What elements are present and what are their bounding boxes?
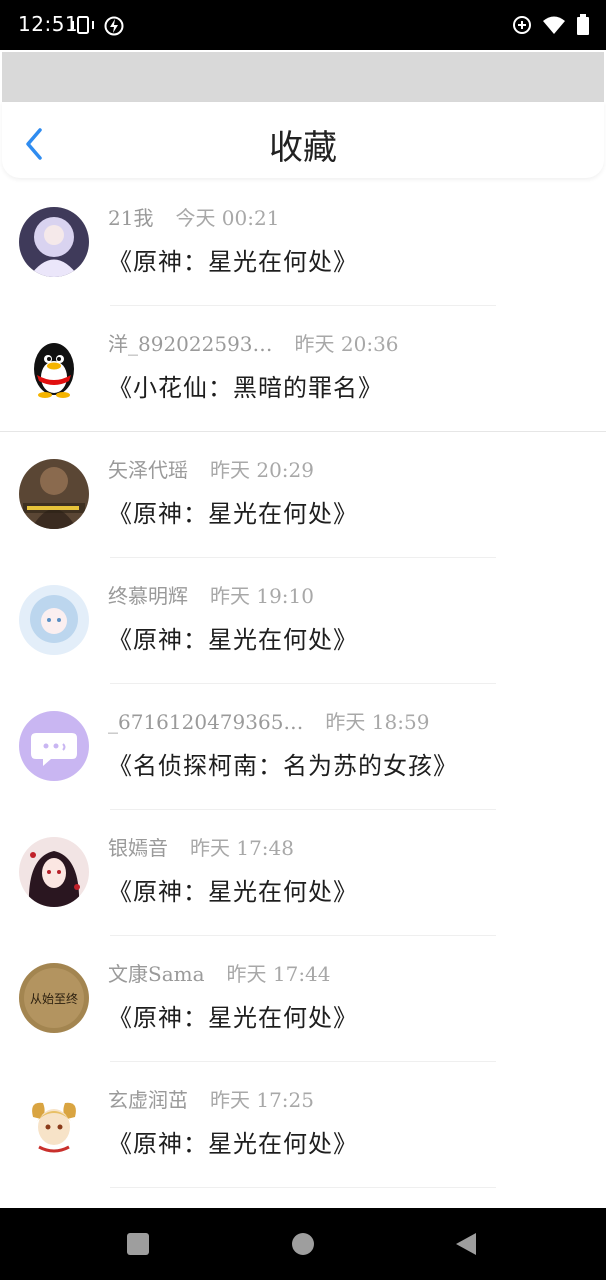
story-title: 《原神：星光在何处》 (108, 500, 358, 528)
favorite-item[interactable]: 从始至终 文康Sama 昨天 17:44 《原神：星光在何处》 (0, 936, 606, 1062)
timestamp: 昨天 20:36 (294, 332, 399, 356)
back-triangle-icon[interactable] (454, 1232, 478, 1256)
story-title: 《原神：星光在何处》 (108, 248, 358, 276)
timestamp: 昨天 20:29 (210, 458, 314, 482)
favorite-item[interactable]: 矢泽代瑶 昨天 20:29 《原神：星光在何处》 (0, 432, 606, 558)
avatar (19, 585, 89, 655)
timestamp: 昨天 18:59 (325, 710, 430, 734)
user-name: 玄虚润茁 (108, 1088, 188, 1112)
page-title: 收藏 (269, 128, 337, 168)
header: 收藏 (2, 102, 604, 178)
timestamp: 昨天 17:25 (210, 1088, 314, 1112)
timestamp: 昨天 19:10 (210, 584, 314, 608)
favorite-item[interactable]: 银嫣音 昨天 17:48 《原神：星光在何处》 (0, 810, 606, 936)
top-gray-band (2, 52, 604, 102)
timestamp: 昨天 17:48 (190, 836, 294, 860)
user-name: 21我 (108, 206, 154, 230)
avatar-text: 从始至终 (30, 991, 78, 1006)
vibrate-icon (72, 16, 94, 34)
favorite-item[interactable]: 洋_892022593… 昨天 20:36 《小花仙：黑暗的罪名》 (0, 306, 606, 432)
favorite-item[interactable]: 终慕明辉 昨天 19:10 《原神：星光在何处》 (0, 558, 606, 684)
avatar: 从始至终 (19, 963, 89, 1033)
user-name: 银嫣音 (108, 836, 168, 860)
story-title: 《原神：星光在何处》 (108, 1004, 358, 1032)
story-title: 《原神：星光在何处》 (108, 626, 358, 654)
avatar (19, 459, 89, 529)
home-circle-icon[interactable] (291, 1232, 315, 1256)
timestamp: 昨天 17:44 (226, 962, 331, 986)
system-nav-bar (0, 1208, 606, 1280)
favorites-list: 21我 今天 00:21 《原神：星光在何处》 洋_892022593… 昨天 20… (0, 180, 606, 1188)
story-title: 《名侦探柯南：名为苏的女孩》 (108, 752, 458, 780)
recents-square-icon[interactable] (126, 1232, 150, 1256)
data-saver-icon (513, 16, 531, 34)
story-title: 《原神：星光在何处》 (108, 878, 358, 906)
user-name: 终慕明辉 (108, 584, 188, 608)
wifi-icon (543, 16, 565, 34)
status-bar: 12:51 (0, 0, 606, 50)
favorite-item[interactable]: 21我 今天 00:21 《原神：星光在何处》 (0, 180, 606, 306)
user-name: 文康Sama (108, 962, 205, 986)
favorite-item[interactable]: 玄虚润茁 昨天 17:25 《原神：星光在何处》 (0, 1062, 606, 1188)
avatar (19, 837, 89, 907)
chat-bubble-avatar (19, 711, 89, 781)
user-name: _6716120479365… (108, 710, 304, 734)
user-name: 洋_892022593… (108, 332, 273, 356)
story-title: 《小花仙：黑暗的罪名》 (108, 374, 383, 402)
avatar (19, 207, 89, 277)
battery-icon (577, 14, 589, 35)
divider (110, 1187, 496, 1188)
user-name: 矢泽代瑶 (108, 458, 188, 482)
favorite-item[interactable]: _6716120479365… 昨天 18:59 《名侦探柯南：名为苏的女孩》 (0, 684, 606, 810)
timestamp: 今天 00:21 (175, 206, 280, 230)
avatar (19, 1089, 89, 1159)
qq-penguin-avatar (19, 333, 89, 403)
flash-icon (104, 16, 124, 36)
story-title: 《原神：星光在何处》 (108, 1130, 358, 1158)
